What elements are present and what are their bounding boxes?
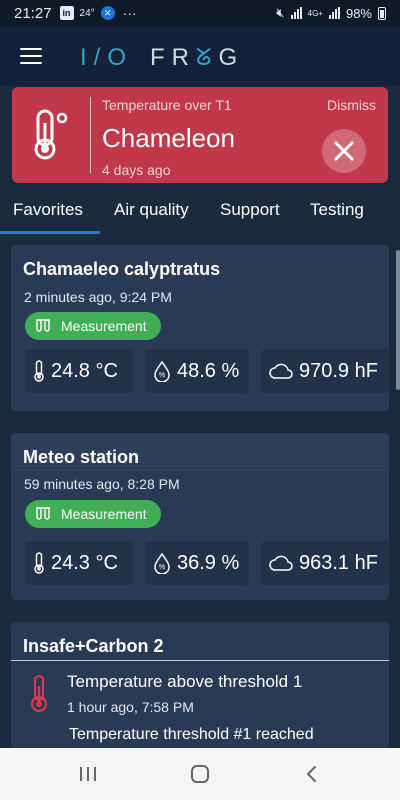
- network-type: 4G+: [307, 8, 323, 18]
- cloud-icon: [269, 555, 293, 571]
- event-detail: Temperature threshold #1 reached: [69, 726, 314, 743]
- recent-apps-icon[interactable]: [76, 764, 100, 784]
- weather-temp: 24°: [79, 7, 95, 19]
- tab-active-indicator: [0, 231, 100, 234]
- battery-icon: [378, 6, 386, 20]
- device-card[interactable]: Meteo station 59 minutes ago, 8:28 PM Me…: [11, 433, 389, 600]
- test-tubes-icon: [36, 319, 50, 332]
- event-time: 1 hour ago, 7:58 PM: [67, 699, 194, 715]
- tab-support[interactable]: Support: [220, 200, 280, 220]
- thermometer-small-icon: [34, 360, 44, 382]
- measurement-badge[interactable]: Measurement: [25, 312, 161, 340]
- logo-frog: FRᘜG: [150, 44, 245, 71]
- app-bar: I/O FRᘜG: [0, 26, 400, 86]
- back-icon[interactable]: [300, 764, 324, 784]
- thermometer-icon: [34, 109, 68, 160]
- cloud-icon: [269, 363, 293, 379]
- device-name: Chamaeleo calyptratus: [23, 259, 221, 279]
- card-separator: [11, 660, 389, 661]
- svg-text:%: %: [159, 564, 165, 571]
- alert-subtitle: Temperature over T1: [102, 97, 232, 113]
- signal-icon: [290, 7, 302, 19]
- tab-favorites[interactable]: Favorites: [13, 200, 83, 220]
- more-notifications-icon: ···: [122, 5, 137, 21]
- battery-percent: 98%: [345, 5, 372, 21]
- measurement-badge[interactable]: Measurement: [25, 500, 161, 528]
- device-name: Meteo station: [23, 447, 140, 467]
- close-button[interactable]: [322, 129, 366, 173]
- temperature-reading: 24.8 °C: [25, 349, 133, 393]
- dismiss-link[interactable]: Dismiss: [327, 97, 376, 113]
- thermometer-alert-icon: [30, 674, 48, 713]
- status-bar: 21:27 in 24° ✕ ··· 🔇︎ 4G+ 98%: [0, 0, 400, 26]
- device-time: 2 minutes ago, 9:24 PM: [24, 289, 172, 305]
- tab-bar: Favorites Air quality Support Testing: [0, 194, 400, 234]
- device-card[interactable]: Chamaeleo calyptratus 2 minutes ago, 9:2…: [11, 245, 389, 411]
- close-icon: [334, 141, 354, 161]
- humidity-icon: %: [154, 360, 170, 382]
- device-card[interactable]: Insafe+Carbon 2 Temperature above thresh…: [11, 622, 389, 748]
- status-time: 21:27: [14, 4, 52, 22]
- readings-row: 24.8 °C % 48.6 % 970.9 hF: [25, 349, 389, 395]
- app-notification-icon: ✕: [100, 6, 115, 20]
- alert-divider: [90, 97, 91, 173]
- signal2-icon: [328, 7, 340, 19]
- pressure-reading: 963.1 hF: [261, 541, 389, 585]
- thermometer-small-icon: [34, 552, 44, 574]
- alert-card[interactable]: Temperature over T1 Chameleon 4 days ago…: [12, 87, 388, 183]
- badge-label: Measurement: [61, 506, 147, 522]
- menu-icon[interactable]: [20, 48, 42, 64]
- device-time: 59 minutes ago, 8:28 PM: [24, 476, 180, 492]
- test-tubes-icon: [36, 507, 50, 520]
- humidity-reading: % 36.9 %: [145, 541, 249, 585]
- event-title: Temperature above threshold 1: [67, 672, 303, 691]
- alert-title: Chameleon: [102, 123, 235, 153]
- tab-air-quality[interactable]: Air quality: [114, 200, 189, 220]
- alert-time: 4 days ago: [102, 162, 171, 178]
- scrollbar-thumb[interactable]: [396, 250, 400, 390]
- device-name: Insafe+Carbon 2: [23, 636, 164, 656]
- humidity-icon: %: [154, 552, 170, 574]
- mute-icon: 🔇︎: [276, 5, 285, 20]
- home-icon[interactable]: [188, 764, 212, 784]
- svg-text:%: %: [159, 372, 165, 379]
- pressure-reading: 970.9 hF: [261, 349, 389, 393]
- system-nav-bar: [0, 748, 400, 800]
- temperature-reading: 24.3 °C: [25, 541, 133, 585]
- humidity-reading: % 48.6 %: [145, 349, 249, 393]
- logo-io: I/O: [80, 44, 134, 71]
- badge-label: Measurement: [61, 318, 147, 334]
- tab-testing[interactable]: Testing: [310, 200, 364, 220]
- linkedin-icon: in: [59, 6, 74, 20]
- readings-row: 24.3 °C % 36.9 % 963.1 hF: [25, 541, 389, 587]
